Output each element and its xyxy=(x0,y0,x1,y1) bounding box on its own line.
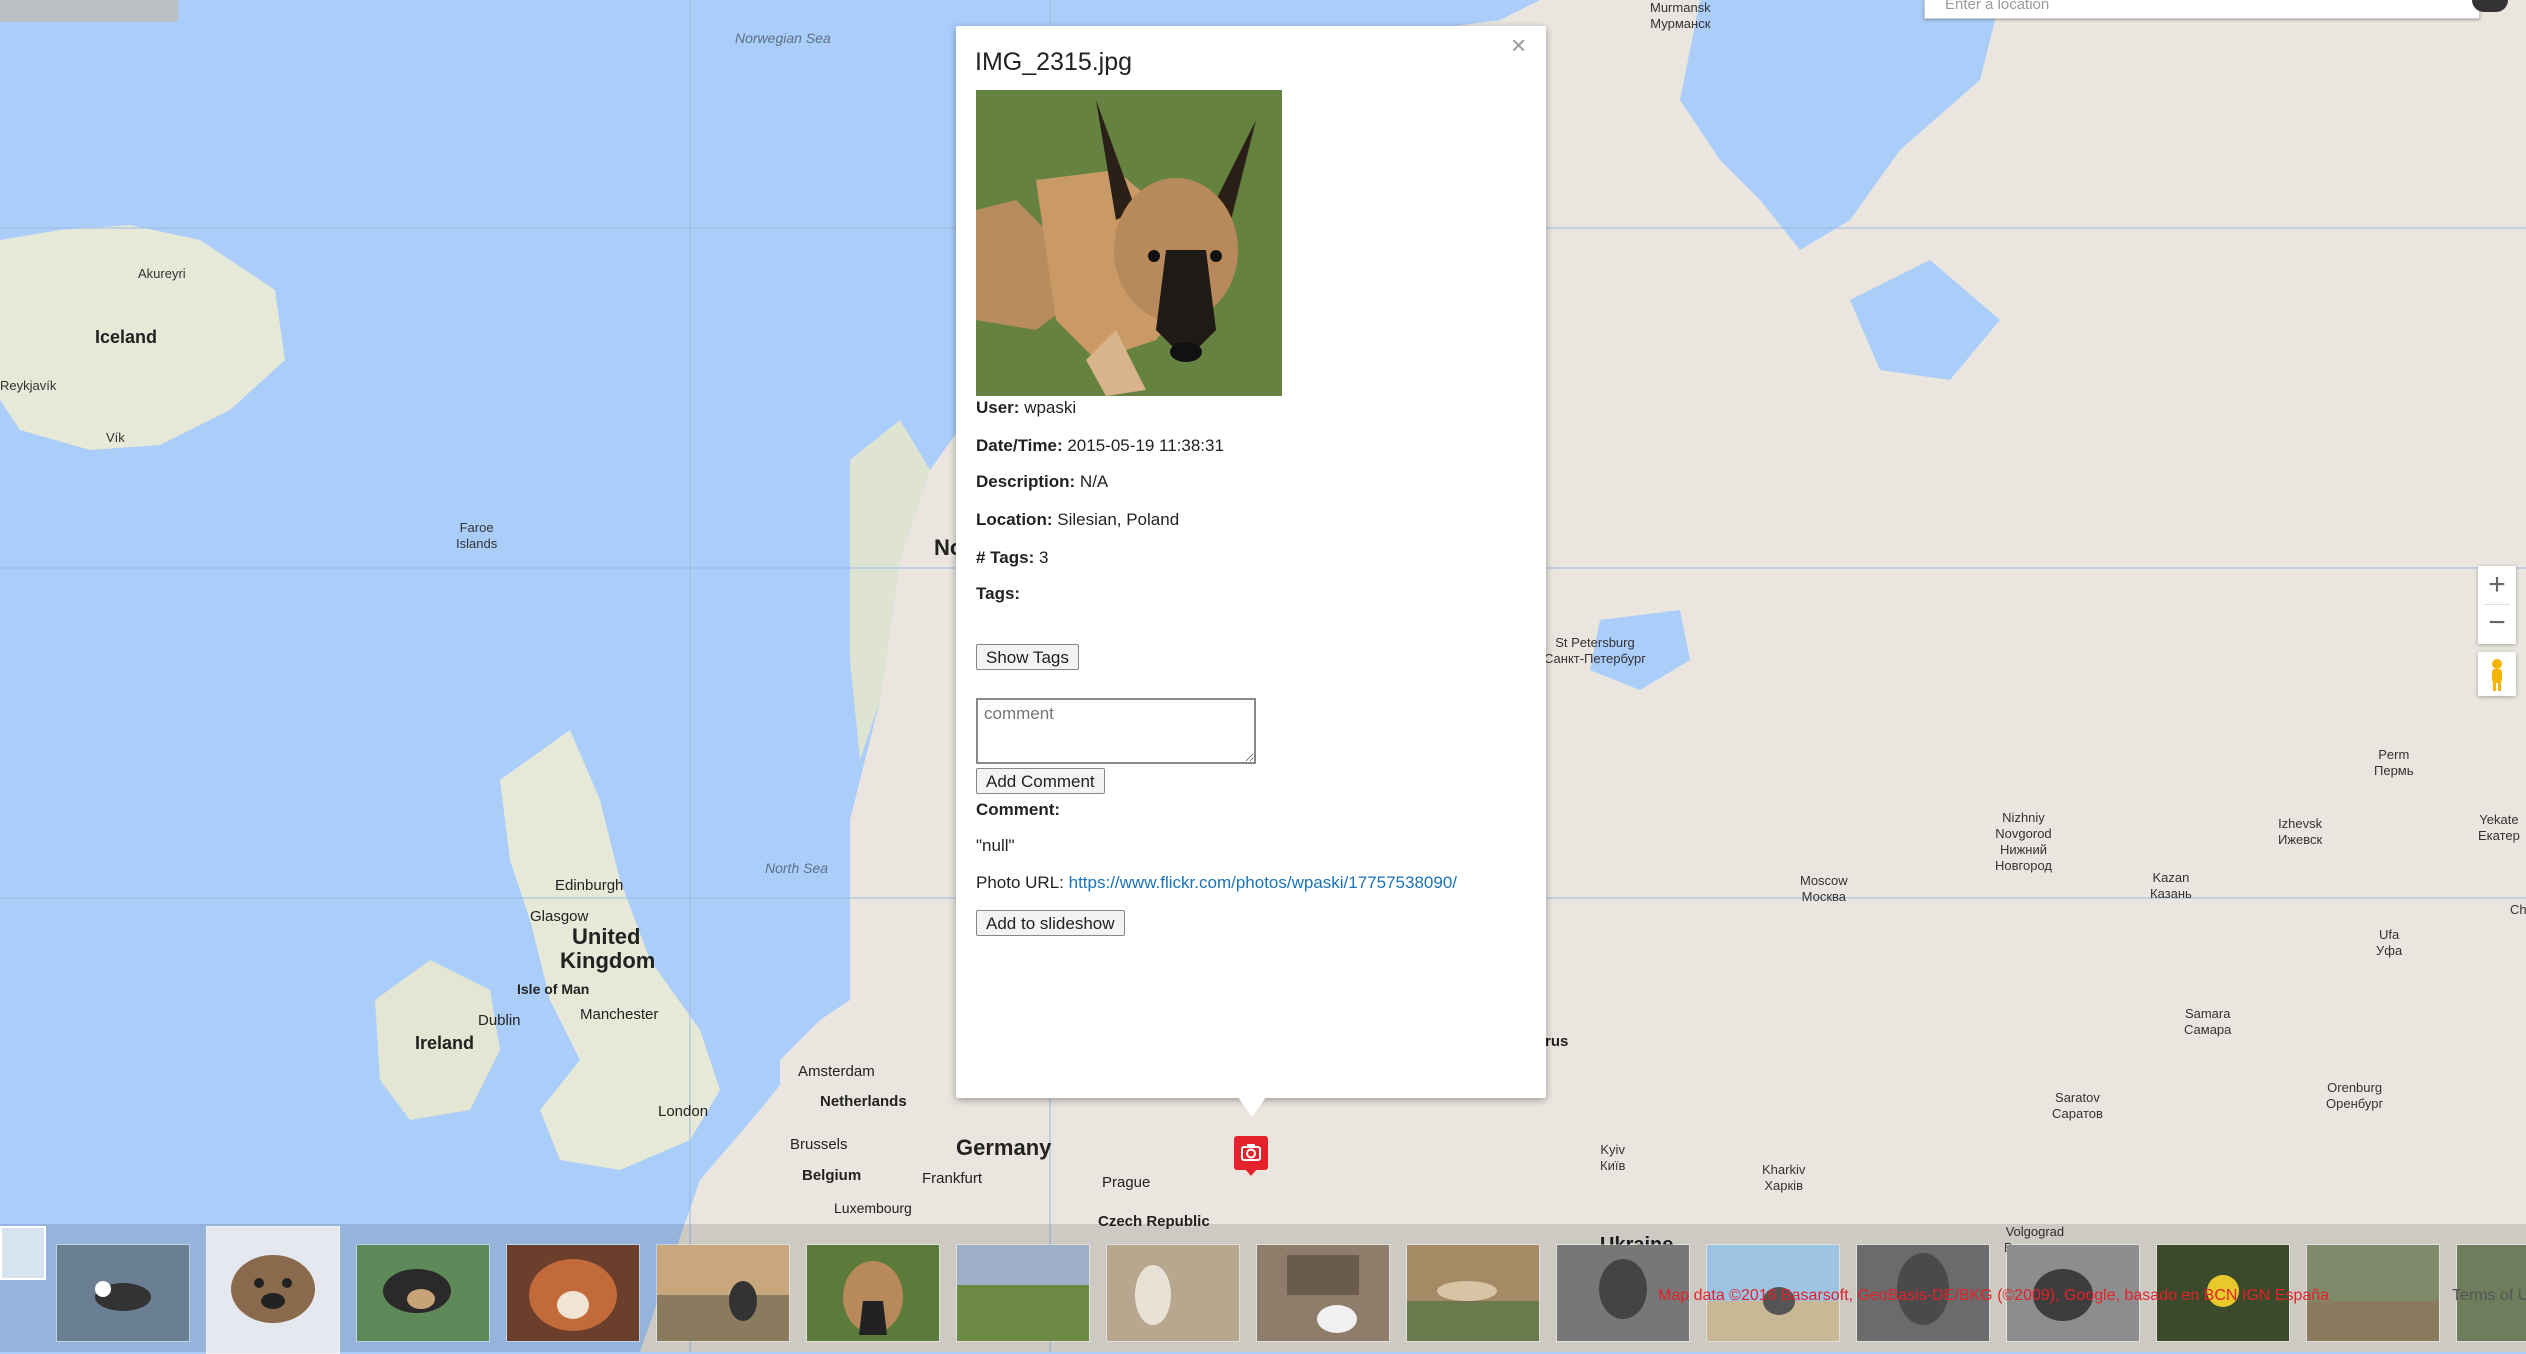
map-label: United xyxy=(572,924,641,949)
photo-url-link[interactable]: https://www.flickr.com/photos/wpaski/177… xyxy=(1069,873,1457,892)
map-label: Prague xyxy=(1102,1174,1151,1191)
map-label: Frankfurt xyxy=(922,1170,983,1187)
map-label: Iceland xyxy=(95,327,158,347)
tags-row: Tags: xyxy=(976,584,1021,603)
map-label: Germany xyxy=(956,1135,1052,1160)
zoom-control: + − xyxy=(2478,566,2516,644)
map-label: Saratov Саратов xyxy=(2052,1090,2103,1121)
photo-marker[interactable] xyxy=(1234,1136,1268,1176)
filmstrip-thumbnail[interactable] xyxy=(956,1244,1090,1342)
map-label: Manchester xyxy=(580,1006,659,1023)
map-label: Murmansk Мурманск xyxy=(1650,0,1711,31)
user-value: wpaski xyxy=(1024,398,1077,417)
map-label: Moscow Москва xyxy=(1800,873,1848,904)
map-label: Reykjavík xyxy=(0,378,57,393)
map-label: Kyiv Київ xyxy=(1600,1142,1626,1173)
location-row: Location: Silesian, Poland xyxy=(976,510,1180,529)
comment-input[interactable] xyxy=(976,698,1256,764)
map-label: Amsterdam xyxy=(798,1063,875,1080)
datetime-value: 2015-05-19 11:38:31 xyxy=(1067,436,1224,455)
add-to-slideshow-button[interactable]: Add to slideshow xyxy=(976,910,1125,936)
map-attribution: Map data ©2016 Basarsoft, GeoBasis-DE/BK… xyxy=(1658,1287,2330,1304)
location-value: Silesian, Poland xyxy=(1057,510,1180,529)
filmstrip-thumbnail[interactable] xyxy=(806,1244,940,1342)
map-label: Kingdom xyxy=(560,948,656,973)
zoom-in-button[interactable]: + xyxy=(2478,566,2516,604)
map-label: Edinburgh xyxy=(555,877,624,894)
filmstrip-thumbnail[interactable] xyxy=(356,1244,490,1342)
map-label: rus xyxy=(1545,1033,1569,1050)
map-label: Ireland xyxy=(415,1033,475,1053)
show-tags-button[interactable]: Show Tags xyxy=(976,644,1079,670)
map-label: Vík xyxy=(106,430,125,445)
map-label: Glasgow xyxy=(530,908,589,925)
filmstrip-prev[interactable] xyxy=(0,1226,46,1280)
tags-count-value: 3 xyxy=(1039,548,1049,567)
street-view-pegman-icon[interactable] xyxy=(2478,652,2516,696)
map-label: Ch xyxy=(2510,902,2526,917)
location-search-input[interactable]: Enter a location xyxy=(1924,0,2480,19)
map-label: London xyxy=(658,1103,709,1120)
map-label: St Petersburg Санкт-Петербург xyxy=(1544,635,1646,666)
map-label: Nizhniy Novgorod Нижний Новгород xyxy=(1995,810,2052,873)
map-label: Perm Пермь xyxy=(2374,747,2414,778)
map-label: Yekate Екатер xyxy=(2478,812,2520,843)
description-row: Description: N/A xyxy=(976,472,1109,491)
map-label: Norwegian Sea xyxy=(735,30,831,46)
comment-value: "null" xyxy=(976,836,1015,855)
filmstrip-thumbnail[interactable] xyxy=(1106,1244,1240,1342)
map-label: Netherlands xyxy=(820,1093,907,1110)
description-value: N/A xyxy=(1079,472,1109,491)
map-label: Luxembourg xyxy=(834,1200,912,1216)
photo-title: IMG_2315.jpg xyxy=(975,48,1133,76)
terms-of-use-link[interactable]: Terms of Use xyxy=(2452,1287,2526,1305)
user-row: User: wpaski xyxy=(976,398,1077,417)
photo-url-row: Photo URL: https://www.flickr.com/photos… xyxy=(976,873,1458,892)
map-label: North Sea xyxy=(765,860,829,876)
photo-image xyxy=(976,90,1282,396)
datetime-row: Date/Time: 2015-05-19 11:38:31 xyxy=(976,436,1224,455)
filmstrip-thumbnail-selected[interactable] xyxy=(206,1226,340,1354)
filmstrip-thumbnail[interactable] xyxy=(56,1244,190,1342)
zoom-out-button[interactable]: − xyxy=(2478,604,2516,642)
filmstrip-thumbnail[interactable] xyxy=(506,1244,640,1342)
tags-count-row: # Tags: 3 xyxy=(976,548,1049,567)
map-label: Izhevsk Ижевск xyxy=(2278,816,2323,847)
map-label: Brussels xyxy=(790,1136,848,1153)
map-label: Belgium xyxy=(802,1167,862,1184)
map-label: Ufa Уфа xyxy=(2376,927,2403,958)
map-type-control[interactable] xyxy=(0,0,178,22)
map-label: Akureyri xyxy=(138,266,186,281)
map-label: Samara Самара xyxy=(2184,1006,2232,1037)
filmstrip-thumbnail[interactable] xyxy=(1406,1244,1540,1342)
map-label: Faroe Islands xyxy=(456,520,498,551)
filmstrip-thumbnail[interactable] xyxy=(1256,1244,1390,1342)
camera-icon xyxy=(1241,1144,1261,1161)
map-label: Kazan Казань xyxy=(2150,870,2192,901)
comment-row: Comment: xyxy=(976,800,1061,819)
add-comment-button[interactable]: Add Comment xyxy=(976,768,1105,794)
map-label: Kharkiv Харків xyxy=(1762,1162,1806,1193)
close-icon[interactable]: × xyxy=(1511,30,1526,61)
map-label: Orenburg Оренбург xyxy=(2326,1080,2384,1111)
info-window-tail xyxy=(1238,1097,1266,1117)
map-label: Isle of Man xyxy=(517,981,590,997)
filmstrip-thumbnail[interactable] xyxy=(656,1244,790,1342)
map-label: Dublin xyxy=(478,1012,521,1029)
